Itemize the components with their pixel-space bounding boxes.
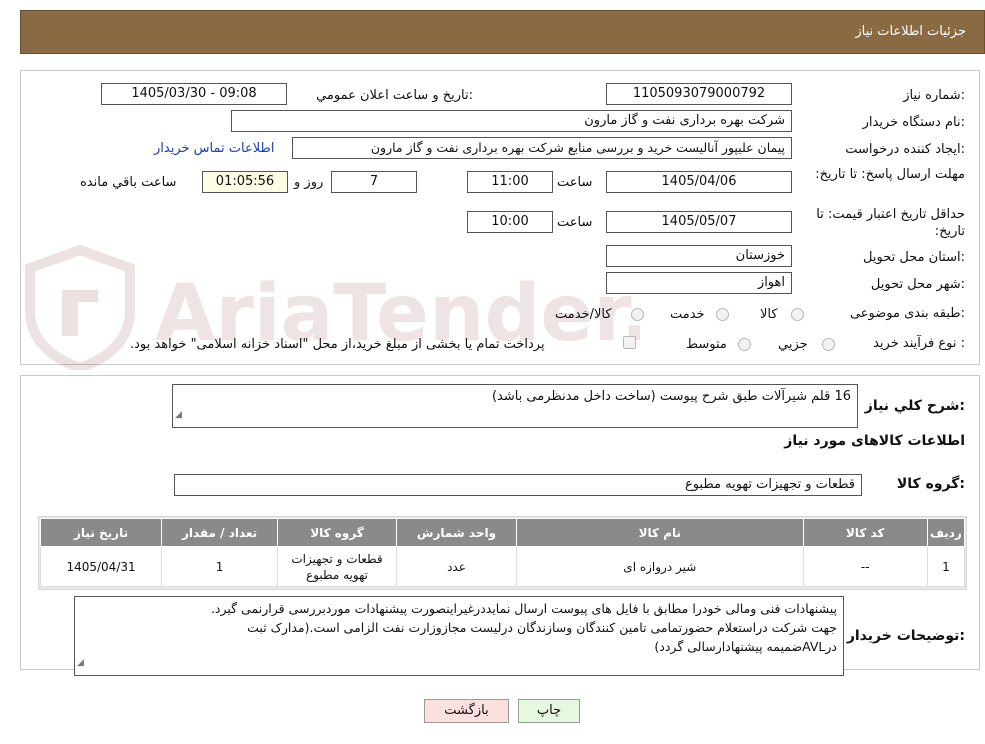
process-radio-minor[interactable]	[822, 338, 835, 351]
table-header-row: ردیف کد کالا نام کالا واحد شمارش گروه کا…	[39, 518, 966, 547]
col-date: تاریخ نیاز	[39, 518, 163, 547]
col-name: نام کالا	[516, 518, 804, 547]
announce-field: 1405/03/30 - 09:08	[101, 83, 287, 105]
description-text: 16 قلم شیرآلات طبق شرح پیوست (ساخت داخل …	[491, 389, 851, 404]
col-code: کد کالا	[802, 518, 928, 547]
city-field: اهواز	[606, 272, 792, 294]
need-number-field: 1105093079000792	[606, 83, 792, 105]
province-field: خوزستان	[606, 245, 792, 267]
cell-row: 1	[926, 546, 966, 587]
validity-date-field: 1405/05/07	[606, 211, 792, 233]
payment-note: پرداخت تمام یا بخشی از مبلغ خرید،از محل …	[130, 337, 545, 352]
buyer-contact-link[interactable]: اطلاعات تماس خریدار	[154, 141, 274, 156]
notes-line-3: درAVLضمیمه پیشنهادارسالی گردد)	[654, 639, 837, 654]
goods-info-title: اطلاعات کالاهای مورد نیاز	[784, 433, 965, 449]
deadline-label: مهلت ارسال پاسخ: تا تاریخ:	[815, 167, 965, 182]
cell-unit: عدد	[395, 546, 518, 587]
deadline-time-label: ساعت	[557, 175, 593, 190]
page-header: جزئیات اطلاعات نیاز	[20, 10, 985, 54]
cell-qty: 1	[161, 546, 278, 587]
category-radio-service[interactable]	[716, 308, 729, 321]
process-label: نوع فرآیند خرید :	[873, 336, 965, 351]
process-option-medium: متوسط	[686, 337, 727, 352]
validity-time-field: 10:00	[467, 211, 553, 233]
validity-time-label: ساعت	[557, 215, 593, 230]
cell-group: قطعات و تجهیزات تهویه مطبوع	[277, 546, 397, 587]
description-field: 16 قلم شیرآلات طبق شرح پیوست (ساخت داخل …	[172, 384, 858, 428]
resize-grip-icon[interactable]: ◢	[175, 406, 182, 425]
need-number-label: شماره نیاز:	[903, 88, 965, 103]
deadline-time-field: 11:00	[467, 171, 553, 193]
deadline-date-field: 1405/04/06	[606, 171, 792, 193]
process-radio-medium[interactable]	[738, 338, 751, 351]
back-button[interactable]: بازگشت	[424, 699, 509, 723]
notes-label: توضیحات خریدار:	[846, 628, 965, 644]
remaining-label: ساعت باقي مانده	[80, 175, 177, 190]
goods-group-field: قطعات و تجهیزات تهویه مطبوع	[174, 474, 862, 496]
page-title: جزئیات اطلاعات نیاز	[855, 24, 966, 39]
category-label: طبقه بندی موضوعی:	[849, 306, 965, 321]
treasury-checkbox[interactable]	[623, 336, 636, 349]
validity-label: حداقل تاریخ اعتبار قیمت: تا تاریخ:	[816, 207, 965, 239]
buyer-org-field: شرکت بهره برداری نفت و گاز مارون	[231, 110, 792, 132]
process-option-minor: جزیي	[778, 337, 808, 352]
creator-field: پیمان علیپور آنالیست خرید و بررسی منابع …	[292, 137, 792, 159]
print-button[interactable]: چاپ	[518, 699, 580, 723]
category-radio-both[interactable]	[631, 308, 644, 321]
items-table: ردیف کد کالا نام کالا واحد شمارش گروه کا…	[39, 518, 966, 587]
col-unit: واحد شمارش	[395, 518, 518, 547]
creator-label: ایجاد کننده درخواست:	[845, 142, 965, 157]
notes-line-2: جهت شرکت دراستعلام حضورتمامی تامین کنندگ…	[247, 620, 837, 635]
category-option-service: خدمت	[670, 307, 705, 322]
table-row: 1 -- شیر دروازه ای عدد قطعات و تجهیزات ت…	[39, 546, 966, 587]
cell-name: شیر دروازه ای	[516, 546, 804, 587]
description-label: شرح کلي نیاز:	[864, 398, 965, 414]
days-field: 7	[331, 171, 417, 193]
col-group: گروه کالا	[277, 518, 397, 547]
category-option-goods: کالا	[760, 307, 778, 322]
col-row: ردیف	[926, 518, 966, 547]
notes-line-1: پیشنهادات فنی ومالی خودرا مطابق با فایل …	[210, 601, 837, 616]
col-qty: تعداد / مقدار	[161, 518, 278, 547]
notes-field: پیشنهادات فنی ومالی خودرا مطابق با فایل …	[74, 596, 844, 676]
cell-code: --	[802, 546, 928, 587]
buyer-org-label: نام دستگاه خریدار:	[862, 115, 965, 130]
announce-label: تاریخ و ساعت اعلان عمومي:	[316, 88, 473, 103]
category-option-both: کالا/خدمت	[555, 307, 612, 322]
goods-group-label: گروه کالا:	[896, 476, 965, 492]
city-label: شهر محل تحویل:	[870, 277, 965, 292]
category-radio-goods[interactable]	[791, 308, 804, 321]
resize-grip-icon[interactable]: ◢	[77, 654, 84, 673]
province-label: استان محل تحویل:	[863, 250, 965, 265]
days-label: روز و	[294, 175, 324, 190]
remaining-time-field: 01:05:56	[202, 171, 288, 193]
cell-date: 1405/04/31	[39, 546, 163, 587]
